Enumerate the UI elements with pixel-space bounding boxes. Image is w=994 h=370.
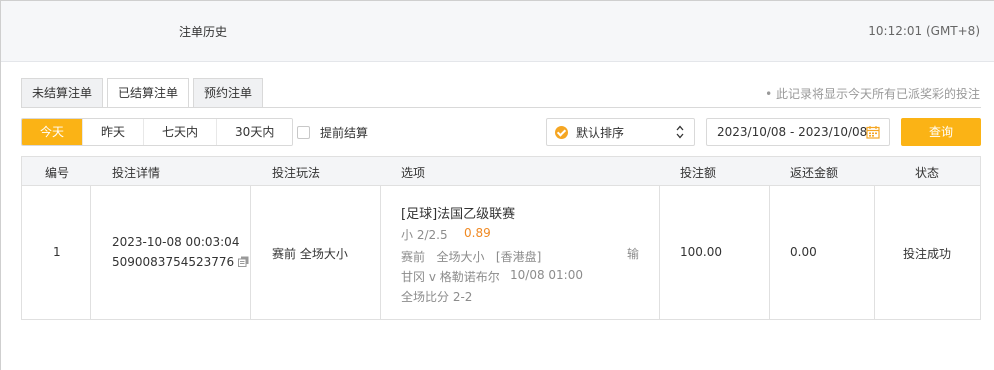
tab-reserved[interactable]: 预约注单 bbox=[193, 78, 264, 107]
col-details: 投注详情 bbox=[112, 166, 161, 180]
sort-select[interactable]: 默认排序 bbox=[546, 118, 695, 146]
bet-return: 0.00 bbox=[790, 245, 817, 259]
filter-today[interactable]: 今天 bbox=[22, 119, 84, 145]
bet-market: 赛前 全场大小 [香港盘] bbox=[401, 250, 542, 264]
col-divider bbox=[90, 186, 91, 320]
date-filter-group: 今天 昨天 七天内 30天内 bbox=[21, 118, 294, 146]
col-divider bbox=[250, 186, 251, 320]
early-settle-checkbox[interactable]: 提前结算 bbox=[297, 124, 368, 141]
col-divider bbox=[659, 186, 660, 320]
tab-unsettled[interactable]: 未结算注单 bbox=[21, 78, 104, 107]
filter-30days[interactable]: 30天内 bbox=[217, 119, 293, 145]
bet-result: 输 bbox=[627, 247, 640, 261]
copy-icon[interactable] bbox=[238, 256, 249, 267]
col-divider bbox=[380, 186, 381, 320]
ticket-line: 5090083754523776 bbox=[112, 255, 249, 269]
col-divider bbox=[874, 186, 875, 320]
filter-7days[interactable]: 七天内 bbox=[144, 119, 218, 145]
bet-datetime: 2023-10-08 00:03:04 bbox=[112, 235, 240, 249]
tab-settled[interactable]: 已结算注单 bbox=[107, 78, 190, 108]
table-header: 编号 投注详情 投注玩法 选项 投注额 返还金额 状态 bbox=[22, 157, 980, 186]
bet-stake: 100.00 bbox=[680, 245, 722, 259]
date-range-input[interactable]: 2023/10/08 - 2023/10/08 bbox=[706, 118, 890, 146]
filter-yesterday[interactable]: 昨天 bbox=[83, 119, 145, 145]
bet-kickoff: 10/08 01:00 bbox=[510, 268, 583, 282]
col-status: 状态 bbox=[915, 166, 940, 180]
page-title: 注单历史 bbox=[179, 25, 228, 39]
bet-status: 投注成功 bbox=[903, 247, 952, 261]
updown-arrows-icon bbox=[676, 125, 684, 139]
col-divider bbox=[769, 186, 770, 320]
bet-ticket-number: 5090083754523776 bbox=[112, 255, 235, 269]
query-button[interactable]: 查询 bbox=[901, 118, 981, 146]
col-selection: 选项 bbox=[401, 166, 426, 180]
tab-divider bbox=[21, 107, 981, 108]
col-stake: 投注额 bbox=[680, 166, 717, 180]
checkbox-icon bbox=[297, 126, 310, 139]
bet-selection: 小 2/2.5 bbox=[401, 228, 448, 242]
header-bar: 注单历史 10:12:01 (GMT+8) bbox=[1, 1, 994, 62]
early-settle-label: 提前结算 bbox=[320, 126, 369, 140]
bets-table: 编号 投注详情 投注玩法 选项 投注额 返还金额 状态 1 2023-10-08… bbox=[21, 156, 981, 320]
bet-match: 甘冈 v 格勒诺布尔 bbox=[401, 270, 500, 284]
check-circle-icon bbox=[555, 125, 568, 139]
bet-play: 赛前 全场大小 bbox=[272, 247, 348, 261]
clock: 10:12:01 (GMT+8) bbox=[868, 24, 980, 38]
sort-label: 默认排序 bbox=[576, 125, 625, 140]
col-play: 投注玩法 bbox=[272, 166, 321, 180]
tab-bar: 未结算注单 已结算注单 预约注单 bbox=[21, 78, 267, 108]
bet-league: [足球]法国乙级联赛 bbox=[401, 207, 516, 222]
calendar-icon bbox=[866, 126, 880, 139]
date-range-text: 2023/10/08 - 2023/10/08 bbox=[717, 125, 868, 139]
notice-text: • 此记录将显示今天所有已派奖彩的投注 bbox=[765, 87, 980, 101]
col-index: 编号 bbox=[45, 166, 70, 180]
row-index: 1 bbox=[53, 245, 61, 259]
col-return: 返还金额 bbox=[790, 166, 839, 180]
bet-odds: 0.89 bbox=[464, 226, 491, 240]
bet-score: 全场比分 2-2 bbox=[401, 290, 473, 304]
